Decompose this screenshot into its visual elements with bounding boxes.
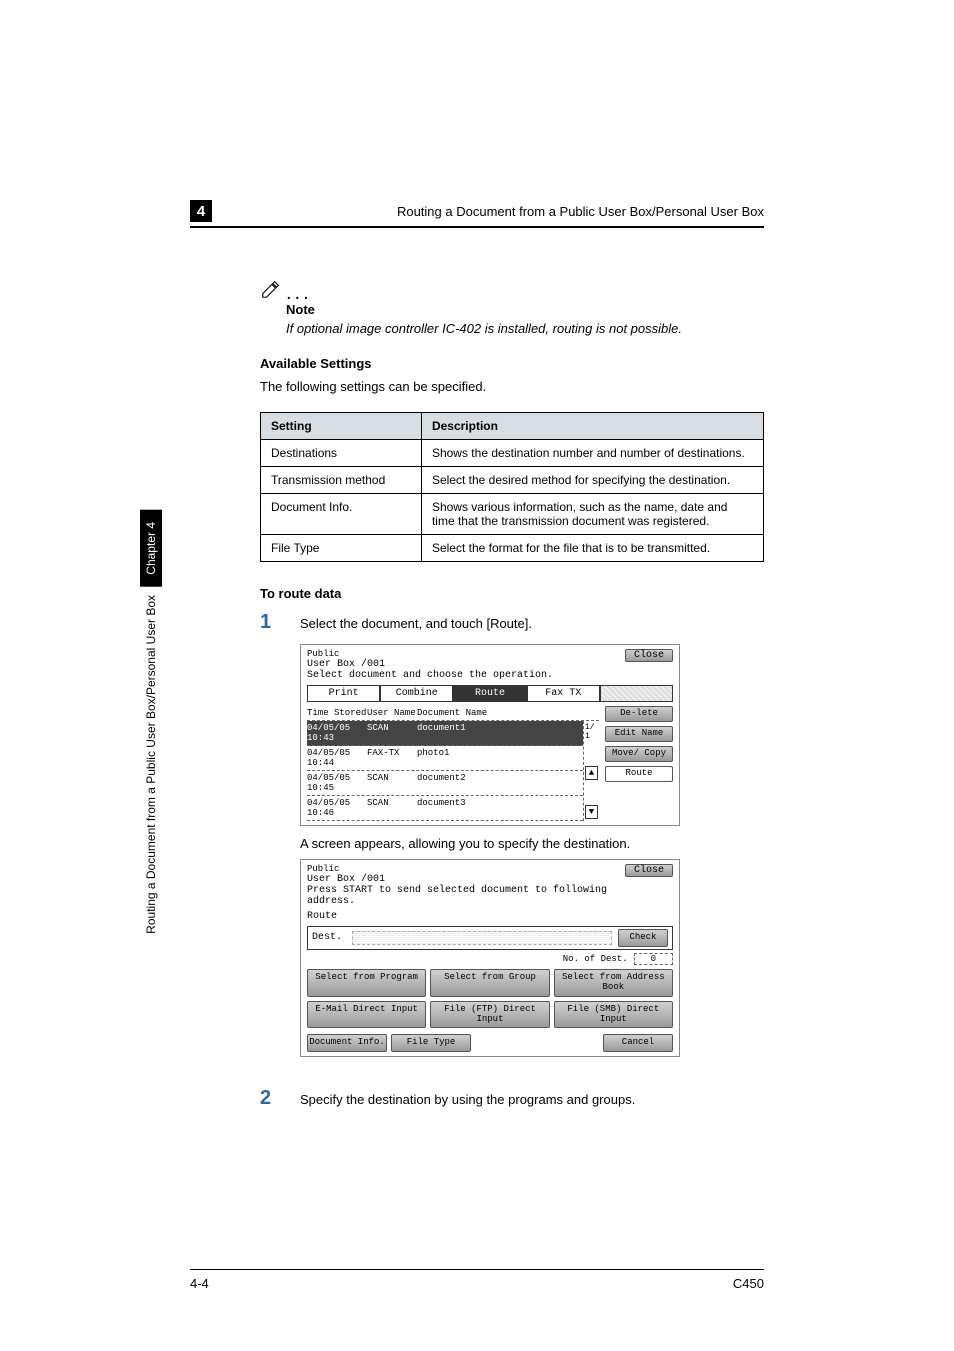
tab-combine[interactable]: Combine [380,685,453,702]
table-row: Document Info. Shows various information… [261,494,764,535]
page-header: 4 Routing a Document from a Public User … [190,200,764,222]
select-from-addressbook-button[interactable]: Select from Address Book [554,969,673,997]
cell-setting: Document Info. [261,494,422,535]
file-type-button[interactable]: File Type [391,1034,471,1052]
step-number: 1 [260,611,274,634]
settings-table: Setting Description Destinations Shows t… [260,412,764,562]
scroll-down-icon[interactable]: ▼ [585,805,598,819]
available-settings-heading: Available Settings [260,356,764,371]
sidebar-title: Routing a Document from a Public User Bo… [144,587,158,942]
dest-field [352,931,612,945]
cell-doc: photo1 [417,748,583,768]
scroll-up-icon[interactable]: ▲ [585,766,598,780]
doc-list-header: Time Stored User Name Document Name [307,706,599,721]
cell-setting: File Type [261,535,422,562]
cell-user: SCAN [367,723,417,743]
col-user: User Name [367,708,417,718]
doc-row[interactable]: 04/05/05 10:44 FAX-TX photo1 [307,746,583,771]
doc-row[interactable]: 04/05/05 10:46 SCAN document3 [307,796,583,821]
select-from-program-button[interactable]: Select from Program [307,969,426,997]
chapter-number-box: 4 [190,200,212,222]
note-icon-row: ... [260,278,764,300]
tab-blank [600,685,673,702]
table-row: Transmission method Select the desired m… [261,467,764,494]
cell-user: SCAN [367,773,417,793]
note-text: If optional image controller IC-402 is i… [286,321,764,336]
cell-user: SCAN [367,798,417,818]
step-number: 2 [260,1087,274,1110]
lcd1-title1: Public [307,649,553,659]
numdest-label: No. of Dest. [563,954,628,964]
col-time: Time Stored [307,708,367,718]
page-indicator: 1/ 1 [585,723,598,741]
side-tab: Chapter 4 Routing a Document from a Publ… [138,510,164,1140]
edit-name-button[interactable]: Edit Name [605,726,673,742]
document-info-button[interactable]: Document Info. [307,1034,387,1052]
step-1: 1 Select the document, and touch [Route]… [260,611,764,634]
close-button[interactable]: Close [625,649,673,662]
lcd-screen-2: Public User Box /001 Press START to send… [300,859,680,1057]
route-label: Route [307,911,673,922]
footer-page: 4-4 [190,1276,209,1291]
doc-row[interactable]: 04/05/05 10:45 SCAN document2 [307,771,583,796]
table-header-description: Description [421,413,763,440]
lcd1-title2: User Box /001 [307,659,553,670]
doc-row[interactable]: 04/05/05 10:43 SCAN document1 [307,721,583,746]
tab-fax[interactable]: Fax TX [527,685,600,702]
route-button[interactable]: Route [605,766,673,782]
cell-time: 04/05/05 10:43 [307,723,367,743]
lcd-screen-1: Public User Box /001 Select document and… [300,644,680,826]
header-rule [190,226,764,228]
cell-description: Select the format for the file that is t… [421,535,763,562]
move-copy-button[interactable]: Move/ Copy [605,746,673,762]
available-settings-intro: The following settings can be specified. [260,379,764,394]
cell-description: Select the desired method for specifying… [421,467,763,494]
select-from-group-button[interactable]: Select from Group [430,969,549,997]
cell-time: 04/05/05 10:44 [307,748,367,768]
tab-print[interactable]: Print [307,685,380,702]
cell-description: Shows various information, such as the n… [421,494,763,535]
close-button[interactable]: Close [625,864,673,877]
sidebar-chapter: Chapter 4 [140,510,162,587]
check-button[interactable]: Check [618,929,668,947]
lcd2-title2: User Box /001 [307,874,625,885]
running-title: Routing a Document from a Public User Bo… [220,204,764,219]
col-doc: Document Name [417,708,599,718]
step-text: Select the document, and touch [Route]. [300,616,532,631]
cell-time: 04/05/05 10:45 [307,773,367,793]
note-label: Note [286,302,764,317]
cell-doc: document2 [417,773,583,793]
smb-direct-input-button[interactable]: File (SMB) Direct Input [554,1001,673,1029]
numdest-value: 0 [634,953,673,965]
dest-row: Dest. Check [307,926,673,950]
cell-doc: document3 [417,798,583,818]
cell-user: FAX-TX [367,748,417,768]
lcd2-title1: Public [307,864,625,874]
tab-route[interactable]: Route [453,685,526,702]
lcd2-subtext: Press START to send selected document to… [307,885,625,907]
page-footer: 4-4 C450 [190,1269,764,1291]
cell-setting: Destinations [261,440,422,467]
ellipsis-icon: ... [286,288,312,298]
dest-label: Dest. [312,932,352,943]
step-text: Specify the destination by using the pro… [300,1092,635,1107]
step1-result-text: A screen appears, allowing you to specif… [300,836,764,851]
footer-model: C450 [733,1276,764,1291]
to-route-heading: To route data [260,586,764,601]
cell-description: Shows the destination number and number … [421,440,763,467]
table-row: File Type Select the format for the file… [261,535,764,562]
cell-time: 04/05/05 10:46 [307,798,367,818]
cell-doc: document1 [417,723,583,743]
table-header-setting: Setting [261,413,422,440]
email-direct-input-button[interactable]: E-Mail Direct Input [307,1001,426,1029]
cell-setting: Transmission method [261,467,422,494]
step-2: 2 Specify the destination by using the p… [260,1087,764,1110]
table-row: Destinations Shows the destination numbe… [261,440,764,467]
lcd1-subtext: Select document and choose the operation… [307,670,553,681]
delete-button[interactable]: De-lete [605,706,673,722]
pencil-icon [260,278,282,300]
ftp-direct-input-button[interactable]: File (FTP) Direct Input [430,1001,549,1029]
cancel-button[interactable]: Cancel [603,1034,673,1052]
